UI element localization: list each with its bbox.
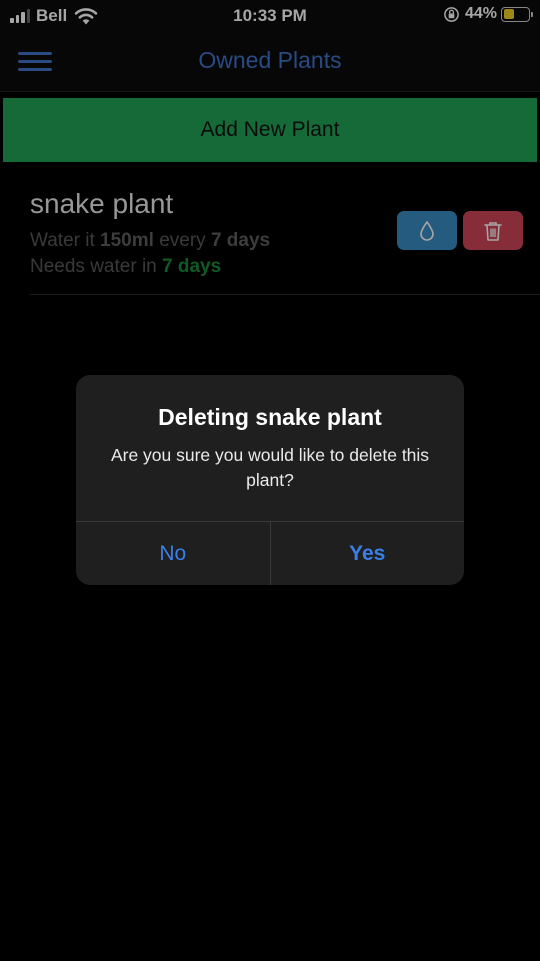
modal-overlay: Deleting snake plant Are you sure you wo…	[0, 0, 540, 961]
dialog-title: Deleting snake plant	[158, 404, 382, 430]
yes-button[interactable]: Yes	[271, 522, 465, 585]
no-button[interactable]: No	[76, 522, 271, 585]
dialog-button-row: No Yes	[76, 521, 464, 585]
dialog-message: Are you sure you would like to delete th…	[110, 445, 430, 490]
delete-confirmation-dialog: Deleting snake plant Are you sure you wo…	[76, 375, 464, 585]
